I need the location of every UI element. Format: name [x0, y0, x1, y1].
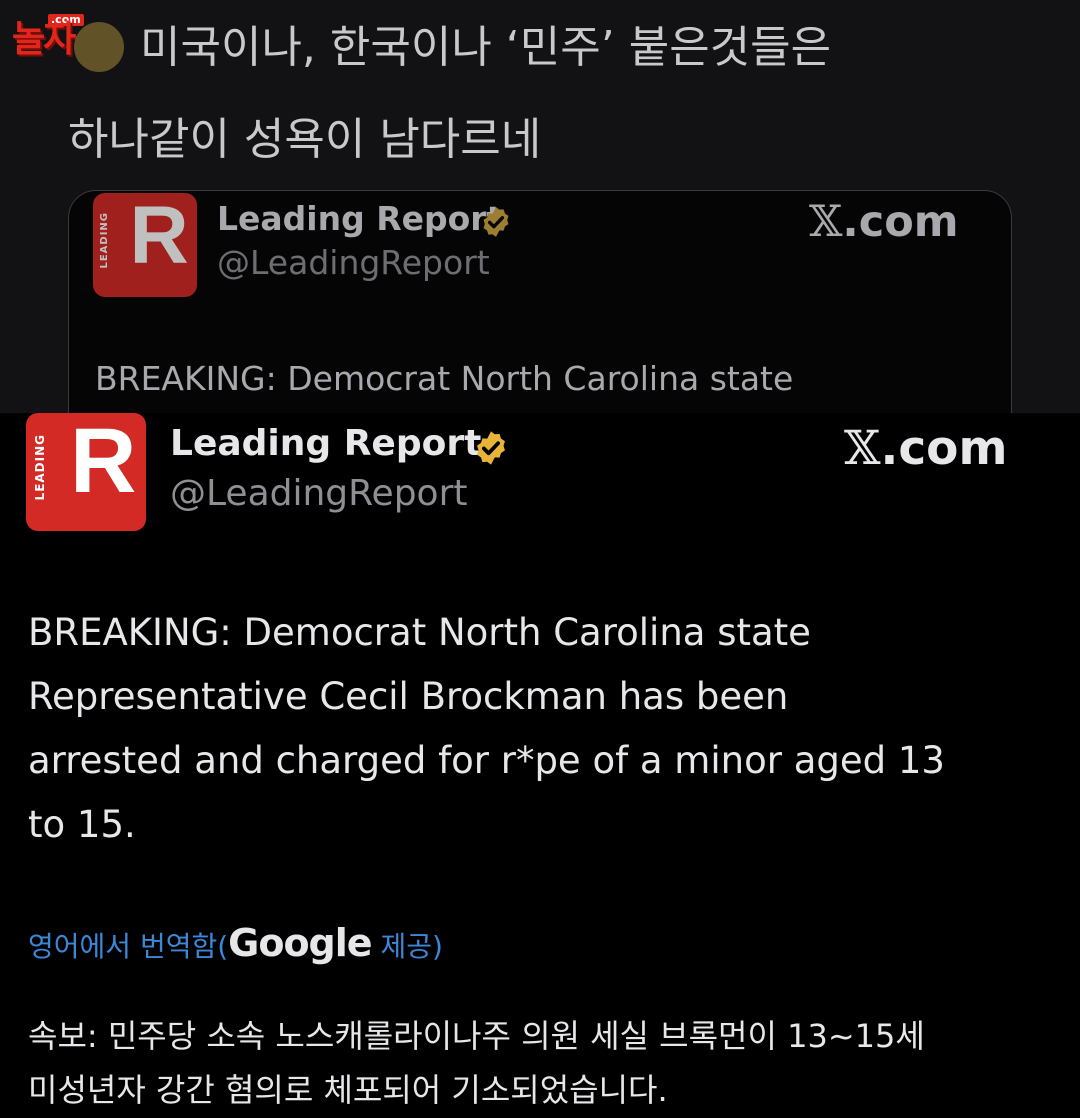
account-avatar[interactable]: LEADING R	[93, 193, 197, 297]
verified-badge-icon	[483, 207, 509, 237]
tweet-text-line: arrested and charged for r*pe of a minor…	[28, 739, 945, 782]
original-post-screenshot: .com 놀자 미국이나, 한국이나 ‘민주’ 붙은것들은 하나같이 성욕이 남…	[0, 0, 1080, 413]
leading-report-logo-icon: LEADING R	[93, 193, 197, 297]
google-wordmark: Google	[228, 921, 372, 965]
tweet-text-line: BREAKING: Democrat North Carolina state	[28, 611, 811, 654]
account-name[interactable]: Leading Report	[217, 199, 502, 238]
post-text-line-2: 하나같이 성욕이 남다르네	[68, 114, 542, 165]
tweet-text-line: to 15.	[28, 803, 136, 846]
translated-text-line: 미성년자 강간 혐의로 체포되어 기소되었습니다.	[28, 1071, 668, 1109]
site-logo-wordmark: 놀자	[12, 19, 76, 60]
translation-attribution-link[interactable]: 영어에서 번역함(Google 제공)	[28, 921, 443, 969]
source-site-label: 𝕏.com	[809, 197, 959, 247]
account-name[interactable]: Leading Report	[170, 423, 481, 464]
account-handle[interactable]: @LeadingReport	[170, 473, 468, 514]
tweet-text: BREAKING: Democrat North Carolina state …	[28, 601, 1058, 857]
screenshot-composite: .com 놀자 미국이나, 한국이나 ‘민주’ 붙은것들은 하나같이 성욕이 남…	[0, 0, 1080, 1118]
account-avatar[interactable]: LEADING R	[26, 413, 146, 531]
leading-report-logo-icon: LEADING R	[26, 413, 146, 531]
verified-badge-icon	[477, 431, 505, 465]
translated-text-line: 속보: 민주당 소속 노스캐롤라이나주 의원 세실 브록먼이 13~15세	[28, 1017, 925, 1055]
zoomed-tweet-screenshot: LEADING R Leading Report @LeadingReport …	[0, 413, 1080, 1118]
translated-tweet-text: 속보: 민주당 소속 노스캐롤라이나주 의원 세실 브록먼이 13~15세 미성…	[28, 1009, 1068, 1117]
account-handle[interactable]: @LeadingReport	[217, 243, 490, 282]
tweet-text-preview: BREAKING: Democrat North Carolina state	[95, 359, 794, 398]
tweet-text-line: Representative Cecil Brockman has been	[28, 675, 789, 718]
source-site-label: 𝕏.com	[844, 421, 1008, 476]
post-text-line-1: 미국이나, 한국이나 ‘민주’ 붙은것들은	[140, 22, 832, 73]
embedded-tweet-card[interactable]: LEADING R Leading Report @LeadingReport …	[68, 190, 1012, 413]
emoji-icon	[74, 22, 124, 72]
